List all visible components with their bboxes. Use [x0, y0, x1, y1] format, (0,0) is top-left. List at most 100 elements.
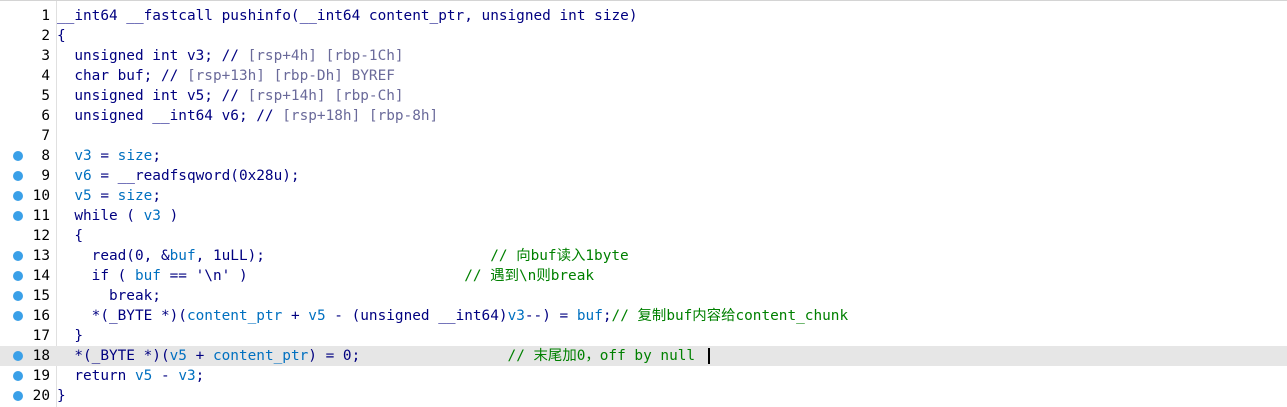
line-number: 11	[32, 208, 50, 224]
code-token: , 1uLL);	[195, 248, 265, 264]
code-variable: size	[117, 148, 153, 164]
code-stack-offset: [rsp+4h] [rbp-1Ch]	[247, 48, 404, 64]
code-token: +	[186, 348, 213, 364]
code-line[interactable]: 5 unsigned int v5; // [rsp+14h] [rbp-Ch]	[0, 86, 1287, 106]
line-number: 3	[41, 48, 50, 64]
line-number: 19	[32, 368, 50, 384]
code-variable: buf	[134, 268, 161, 284]
code-token: *(_BYTE *)(	[57, 308, 187, 324]
code-token: }	[57, 388, 66, 404]
code-token: == '\n' )	[160, 268, 248, 284]
code-text: v3 = size;	[57, 146, 161, 166]
code-token: unsigned int v3; //	[57, 48, 248, 64]
code-text: unsigned int v5; // [rsp+14h] [rbp-Ch]	[57, 86, 404, 106]
code-token: ;	[152, 188, 161, 204]
code-line[interactable]: 2{	[0, 26, 1287, 46]
code-token: )	[160, 208, 179, 224]
code-line[interactable]: 1 __int64 __fastcall pushinfo(__int64 con…	[0, 6, 1287, 26]
code-token: ;	[602, 308, 612, 324]
code-variable: v3	[507, 308, 525, 324]
code-variable: content_ptr	[212, 348, 309, 364]
breakpoint-dot-icon[interactable]	[13, 211, 23, 221]
code-text: {	[57, 226, 83, 246]
breakpoint-dot-icon[interactable]	[13, 291, 23, 301]
code-text: v5 = size;	[57, 186, 161, 206]
breakpoint-dot-icon[interactable]	[13, 391, 23, 401]
code-line[interactable]: 20}	[0, 386, 1287, 406]
code-text: __int64 __fastcall pushinfo(__int64 cont…	[57, 6, 637, 26]
line-number: 14	[32, 268, 50, 284]
line-number: 18	[32, 348, 50, 364]
code-variable: v3	[74, 148, 92, 164]
code-variable: v5	[74, 188, 92, 204]
line-number: 8	[41, 148, 50, 164]
code-line[interactable]: 9 v6 = __readfsqword(0x28u);	[0, 166, 1287, 186]
code-variable: v5	[308, 308, 326, 324]
code-text: *(_BYTE *)(v5 + content_ptr) = 0; // 末尾加…	[57, 346, 695, 366]
breakpoint-dot-icon[interactable]	[13, 191, 23, 201]
code-token: - (unsigned __int64)	[325, 308, 508, 324]
code-token: }	[57, 328, 83, 344]
code-text: }	[57, 326, 83, 346]
code-variable: v6	[74, 168, 92, 184]
code-line[interactable]: 12 {	[0, 226, 1287, 246]
breakpoint-dot-icon[interactable]	[13, 171, 23, 181]
code-line[interactable]: 8 v3 = size;	[0, 146, 1287, 166]
breakpoint-dot-icon[interactable]	[13, 151, 23, 161]
code-line[interactable]: 4 char buf; // [rsp+13h] [rbp-Dh] BYREF	[0, 66, 1287, 86]
code-variable: buf	[169, 248, 196, 264]
code-line[interactable]: 7	[0, 126, 1287, 146]
pseudocode-editor[interactable]: 1 __int64 __fastcall pushinfo(__int64 con…	[0, 0, 1287, 407]
code-line[interactable]: 16 *(_BYTE *)(content_ptr + v5 - (unsign…	[0, 306, 1287, 326]
code-line[interactable]: 6 unsigned __int64 v6; // [rsp+18h] [rbp…	[0, 106, 1287, 126]
line-number: 2	[41, 28, 50, 44]
line-number: 12	[32, 228, 50, 244]
breakpoint-dot-icon[interactable]	[13, 271, 23, 281]
code-comment: // 向buf读入1byte	[264, 248, 629, 264]
code-token: while (	[57, 208, 144, 224]
code-variable: v3	[178, 368, 196, 384]
code-token: *(_BYTE *)(	[57, 348, 170, 364]
line-number: 7	[41, 128, 50, 144]
code-line[interactable]: 14 if ( buf == '\n' ) // 遇到\n则break	[0, 266, 1287, 286]
code-line[interactable]: 18 *(_BYTE *)(v5 + content_ptr) = 0; // …	[0, 346, 1287, 366]
line-number: 9	[41, 168, 50, 184]
code-text: char buf; // [rsp+13h] [rbp-Dh] BYREF	[57, 66, 395, 86]
code-variable: v3	[143, 208, 161, 224]
code-comment: // 遇到\n则break	[247, 268, 595, 284]
code-line[interactable]: 11 while ( v3 )	[0, 206, 1287, 226]
code-text: v6 = __readfsqword(0x28u);	[57, 166, 299, 186]
line-number: 20	[32, 388, 50, 404]
code-token: ;	[195, 368, 205, 384]
line-number: 5	[41, 88, 50, 104]
code-text: break;	[57, 286, 161, 306]
code-line[interactable]: 10 v5 = size;	[0, 186, 1287, 206]
code-variable: v5	[134, 368, 153, 384]
code-line[interactable]: 3 unsigned int v3; // [rsp+4h] [rbp-1Ch]	[0, 46, 1287, 66]
code-line[interactable]: 17 }	[0, 326, 1287, 346]
line-number: 6	[41, 108, 50, 124]
code-line[interactable]: 15 break;	[0, 286, 1287, 306]
code-variable: buf	[576, 308, 603, 324]
code-token: if (	[57, 268, 135, 284]
code-token: return	[57, 368, 135, 384]
text-caret	[708, 348, 710, 364]
code-token: {	[57, 228, 83, 244]
code-token: break;	[57, 288, 161, 304]
code-token: +	[282, 308, 309, 324]
breakpoint-dot-icon[interactable]	[13, 251, 23, 261]
code-token: --) =	[524, 308, 577, 324]
code-line[interactable]: 19 return v5 - v3;	[0, 366, 1287, 386]
breakpoint-dot-icon[interactable]	[13, 311, 23, 321]
line-number: 16	[32, 308, 50, 324]
code-token: -	[152, 368, 179, 384]
code-token: ) = 0;	[308, 348, 361, 364]
code-text: }	[57, 386, 66, 406]
line-number: 4	[41, 68, 50, 84]
breakpoint-dot-icon[interactable]	[13, 351, 23, 361]
code-stack-offset: [rsp+14h] [rbp-Ch]	[247, 88, 404, 104]
breakpoint-dot-icon[interactable]	[13, 371, 23, 381]
code-token: =	[91, 188, 118, 204]
code-line[interactable]: 13 read(0, &buf, 1uLL); // 向buf读入1byte	[0, 246, 1287, 266]
code-variable: size	[117, 188, 153, 204]
